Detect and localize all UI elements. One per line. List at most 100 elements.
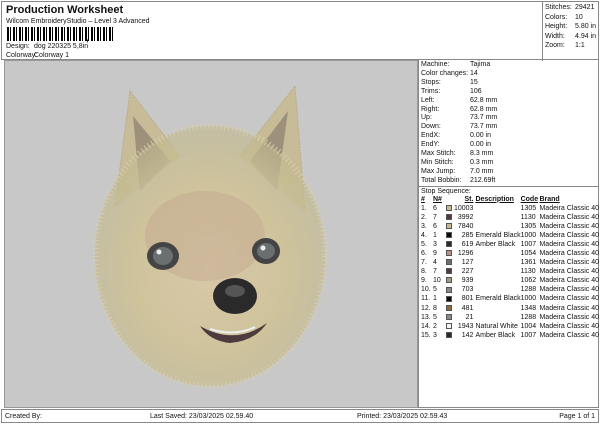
stat-value: 29421 bbox=[575, 4, 595, 11]
stitch-count: 21 bbox=[465, 313, 474, 321]
thread-code: 1007 bbox=[520, 331, 537, 339]
machine-info-row: Machine: Tajima bbox=[419, 61, 598, 70]
needle-number: 1 bbox=[432, 295, 437, 303]
thread-code: 1288 bbox=[520, 286, 537, 294]
table-row: 8. 7 227 1130 Madeira Classic 40 bbox=[421, 268, 599, 277]
stat-row: Zoom: 1:1 bbox=[545, 41, 598, 51]
thread-brand: Madeira Classic 40 bbox=[539, 222, 599, 230]
stop-number: 12. bbox=[421, 304, 431, 312]
machine-info-row: Min Stitch: 0.3 mm bbox=[419, 159, 598, 168]
colorway-row: Colorway:Colorway 1 bbox=[6, 52, 69, 59]
color-description: Emerald Black bbox=[475, 295, 521, 303]
thread-code: 1000 bbox=[520, 231, 537, 239]
table-row: 1. 6 10003 1305 Madeira Classic 40 bbox=[421, 204, 599, 213]
color-swatch bbox=[445, 204, 452, 211]
color-swatch bbox=[445, 295, 452, 302]
info-value: 73.7 mm bbox=[470, 114, 498, 122]
machine-info-panel: Machine: Tajima Color changes: 14 Stops: 15 Tr… bbox=[418, 60, 599, 408]
color-swatch bbox=[445, 322, 452, 329]
thread-code: 1130 bbox=[520, 213, 536, 221]
needle-number: 7 bbox=[432, 213, 437, 221]
table-row: 6. 9 1296 1054 Madeira Classic 40 bbox=[421, 250, 599, 259]
color-swatch bbox=[445, 332, 452, 338]
needle-number: 7 bbox=[432, 268, 437, 276]
machine-info-row: Right: 62.8 mm bbox=[419, 106, 598, 115]
thread-brand: Madeira Classic 40 bbox=[539, 304, 599, 312]
swatch-cell bbox=[445, 313, 454, 322]
col-needle: N# bbox=[432, 195, 442, 203]
machine-info-row: Total Bobbin: 212.69ft bbox=[419, 177, 598, 186]
stop-number: 9. bbox=[421, 277, 427, 285]
table-row: 10. 5 703 1288 Madeira Classic 40 bbox=[421, 286, 599, 295]
design-label: Design: bbox=[6, 43, 30, 50]
color-description bbox=[475, 268, 520, 277]
design-stats: Stitches: 29421 Colors: 10 Height: 5.80 in Wid… bbox=[542, 2, 600, 61]
col-description: Description bbox=[475, 195, 514, 203]
stop-number: 7. bbox=[421, 259, 427, 267]
thread-code: 1054 bbox=[520, 250, 537, 257]
stop-number: 4. bbox=[421, 231, 427, 239]
machine-info-row: Down: 73.7 mm bbox=[419, 123, 598, 132]
color-description: Emerald Black bbox=[475, 231, 521, 239]
stat-label: Width: bbox=[545, 32, 565, 40]
info-value: 8.3 mm bbox=[470, 150, 494, 158]
info-value: Tajima bbox=[470, 61, 491, 68]
swatch-cell bbox=[445, 295, 454, 304]
stop-number: 13. bbox=[421, 313, 431, 321]
color-swatch bbox=[445, 241, 452, 248]
colorway-label: Colorway: bbox=[6, 52, 38, 59]
color-description bbox=[475, 250, 520, 259]
stat-label: Zoom: bbox=[545, 42, 565, 49]
stat-value: 5.80 in bbox=[575, 23, 597, 30]
machine-info-row: Max Jump: 7.0 mm bbox=[419, 168, 598, 177]
stop-number: 3. bbox=[421, 222, 427, 230]
needle-number: 5 bbox=[432, 313, 437, 321]
swatch-cell bbox=[445, 322, 454, 331]
needle-number: 8 bbox=[432, 304, 437, 312]
col-brand: Brand bbox=[539, 195, 560, 203]
thread-brand: Madeira Classic 40 bbox=[539, 277, 599, 285]
stitch-count: 227 bbox=[461, 268, 474, 276]
info-label: Stops: bbox=[421, 78, 441, 86]
design-name: dog 220325 5,8in bbox=[34, 43, 89, 50]
info-label: Up: bbox=[421, 114, 432, 122]
worksheet-header: Production Worksheet Wilcom EmbroiderySt… bbox=[1, 1, 600, 61]
page-title: Production Worksheet bbox=[6, 4, 124, 16]
thread-brand: Madeira Classic 40 bbox=[539, 231, 599, 239]
info-value: 0.3 mm bbox=[470, 158, 494, 166]
machine-info-row: Stops: 15 bbox=[419, 79, 598, 88]
stitch-count: 703 bbox=[461, 286, 474, 294]
stitch-count: 801 bbox=[461, 295, 474, 303]
stop-number: 15. bbox=[421, 331, 431, 339]
info-label: EndX: bbox=[421, 132, 441, 140]
design-preview bbox=[4, 60, 418, 408]
dog-embroidery-image bbox=[92, 84, 328, 389]
color-description bbox=[475, 304, 520, 313]
col-swatch bbox=[446, 196, 454, 204]
color-swatch bbox=[445, 222, 452, 229]
table-row: 13. 5 21 1288 Madeira Classic 40 bbox=[421, 313, 599, 322]
swatch-cell bbox=[445, 286, 454, 295]
thread-code: 1130 bbox=[520, 268, 536, 276]
stat-row: Height: 5.80 in bbox=[545, 22, 598, 32]
info-value: 0.00 in bbox=[470, 132, 492, 140]
thread-code: 1305 bbox=[520, 222, 537, 230]
stop-number: 5. bbox=[421, 240, 427, 248]
design-row: Design: dog 220325 5,8in bbox=[6, 43, 88, 50]
stitch-count: 285 bbox=[461, 231, 474, 239]
color-description bbox=[475, 222, 520, 231]
info-label: Left: bbox=[421, 96, 435, 104]
thread-brand: Madeira Classic 40 bbox=[539, 259, 599, 267]
thread-brand: Madeira Classic 40 bbox=[539, 286, 599, 294]
stop-sequence: Stop Sequence: # N# St. Description Code… bbox=[419, 185, 599, 342]
info-label: Max Stitch: bbox=[421, 150, 456, 158]
color-swatch bbox=[445, 213, 452, 220]
info-label: Color changes: bbox=[421, 69, 469, 77]
machine-info-row: Up: 73.7 mm bbox=[419, 114, 598, 123]
info-value: 212.69ft bbox=[470, 176, 496, 184]
info-value: 62.8 mm bbox=[470, 96, 498, 104]
stat-value: 10 bbox=[575, 13, 583, 21]
needle-number: 9 bbox=[432, 250, 437, 257]
machine-info-row: Color changes: 14 bbox=[419, 70, 598, 79]
needle-number: 3 bbox=[432, 240, 437, 248]
